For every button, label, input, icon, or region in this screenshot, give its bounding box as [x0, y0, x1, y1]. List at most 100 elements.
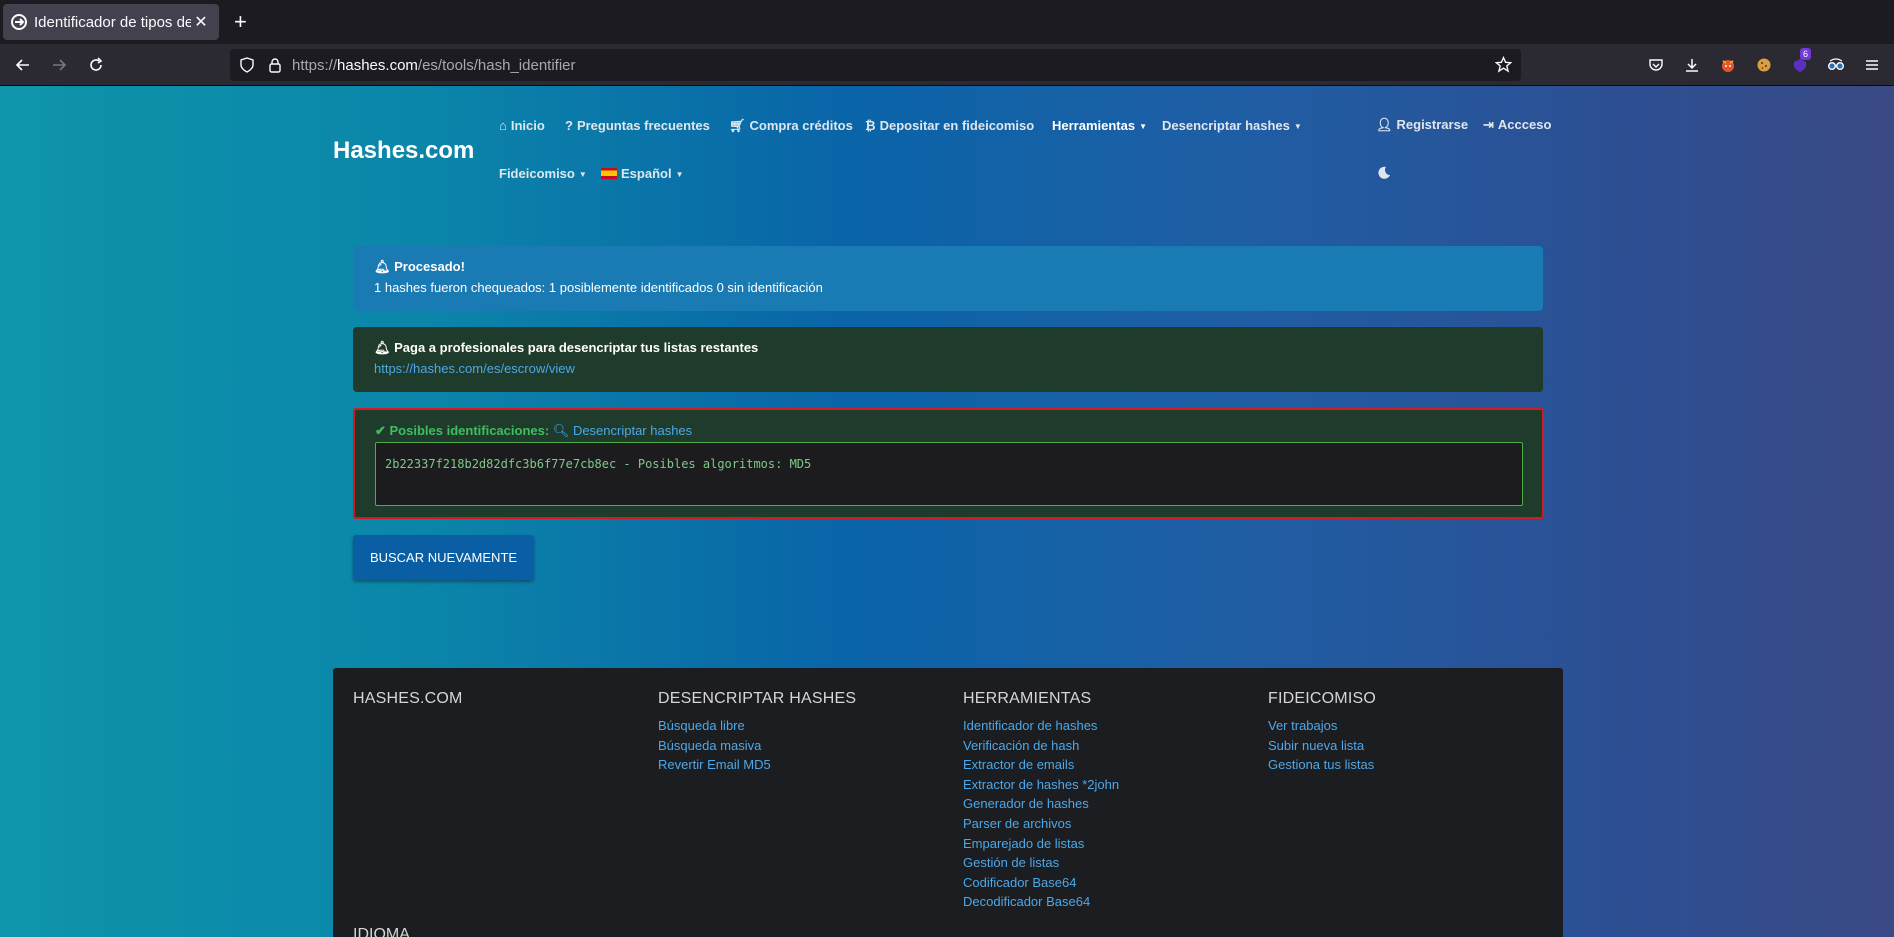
- caret-down-icon: ▼: [1293, 122, 1302, 132]
- extension-shield-icon[interactable]: 6: [1790, 48, 1812, 75]
- nav-acceso-label: Accceso: [1497, 117, 1552, 132]
- footer-col-hashes: HASHES.COM: [353, 690, 463, 716]
- url-text[interactable]: https://hashes.com/es/tools/hash_identif…: [292, 57, 576, 74]
- nav-desencriptar-label: Desencriptar hashes: [1162, 118, 1290, 133]
- site-brand[interactable]: Hashes.com: [333, 137, 474, 165]
- sign-in-icon: ⇥: [1483, 117, 1494, 132]
- browser-tab[interactable]: Identificador de tipos de ✕: [3, 4, 219, 40]
- footer-link[interactable]: Generador de hashes: [963, 794, 1119, 814]
- bitcoin-icon: ₿: [865, 118, 876, 133]
- footer-link[interactable]: Emparejado de listas: [963, 834, 1119, 854]
- pay-title: Paga a profesionales para desencriptar t…: [394, 340, 759, 355]
- result-heading-label: Posibles identificaciones:: [389, 423, 550, 438]
- star-icon[interactable]: [1495, 56, 1512, 73]
- footer-col-herramientas: HERRAMIENTAS Identificador de hashes Ver…: [963, 690, 1119, 912]
- nav-registrarse-label: Registrarse: [1396, 117, 1469, 132]
- footer-col-title: HERRAMIENTAS: [963, 690, 1092, 707]
- nav-desencriptar[interactable]: Desencriptar hashes ▼: [1162, 118, 1302, 133]
- footer-col-title: FIDEICOMISO: [1268, 690, 1376, 707]
- footer-link[interactable]: Revertir Email MD5: [658, 755, 856, 775]
- hamburger-icon[interactable]: [1862, 55, 1882, 75]
- url-path: /es/tools/hash_identifier: [417, 57, 576, 74]
- download-icon[interactable]: [1682, 55, 1702, 75]
- url-scheme: https://: [292, 57, 338, 74]
- nav-compra[interactable]: 🛒︎ Compra créditos: [729, 118, 853, 134]
- nav-compra-label: Compra créditos: [749, 118, 853, 133]
- result-heading: ✔ Posibles identificaciones: 🔍︎ Desencri…: [375, 423, 692, 439]
- spain-flag-icon: [601, 168, 617, 179]
- extension-badge: 6: [1800, 48, 1812, 60]
- search-icon: 🔍︎: [552, 423, 570, 438]
- footer-link[interactable]: Búsqueda masiva: [658, 736, 856, 756]
- footer-link[interactable]: Decodificador Base64: [963, 892, 1119, 912]
- question-icon: ?: [565, 118, 573, 133]
- result-panel: ✔ Posibles identificaciones: 🔍︎ Desencri…: [353, 408, 1544, 519]
- nav-registrarse[interactable]: 👤︎ Registrarse: [1376, 117, 1468, 133]
- pay-alert: 🔔︎ Paga a profesionales para desencripta…: [353, 327, 1543, 392]
- dark-mode-toggle[interactable]: [1377, 166, 1391, 185]
- back-button[interactable]: [12, 54, 34, 76]
- nav-faq-label: Preguntas frecuentes: [576, 118, 710, 133]
- nav-depositar[interactable]: ₿ Depositar en fideicomiso: [865, 118, 1034, 133]
- footer-link[interactable]: Gestión de listas: [963, 853, 1119, 873]
- reload-button[interactable]: [85, 54, 107, 76]
- check-icon: ✔: [375, 423, 390, 438]
- nav-idioma[interactable]: Español ▼: [601, 166, 684, 181]
- bell-icon: 🔔︎: [374, 259, 395, 274]
- nav-inicio-label: Inicio: [510, 118, 545, 133]
- processed-title: Procesado!: [394, 259, 465, 274]
- footer-link[interactable]: Extractor de emails: [963, 755, 1119, 775]
- new-tab-button[interactable]: +: [234, 10, 247, 34]
- nav-fideicomiso[interactable]: Fideicomiso ▼: [499, 166, 587, 181]
- shield-icon[interactable]: [239, 57, 255, 73]
- cookie-icon[interactable]: [1754, 55, 1774, 75]
- processed-alert: 🔔︎ Procesado! 1 hashes fueron chequeados…: [353, 246, 1543, 311]
- processed-text: 1 hashes fueron chequeados: 1 posiblemen…: [374, 280, 823, 295]
- nav-faq[interactable]: ? Preguntas frecuentes: [565, 118, 710, 133]
- caret-down-icon: ▼: [1139, 122, 1148, 132]
- nav-acceso[interactable]: ⇥ Accceso: [1483, 117, 1551, 133]
- user-plus-icon: 👤︎: [1376, 117, 1393, 132]
- nav-idioma-label: Español: [621, 166, 672, 181]
- search-again-button[interactable]: BUSCAR NUEVAMENTE: [353, 535, 534, 580]
- tab-title: Identificador de tipos de: [34, 13, 191, 31]
- extension-fox-icon[interactable]: [1718, 55, 1738, 75]
- nav-herramientas-label: Herramientas: [1052, 118, 1136, 133]
- footer-link[interactable]: Ver trabajos: [1268, 716, 1376, 736]
- arrow-left-icon: [15, 59, 29, 71]
- footer-link[interactable]: Gestiona tus listas: [1268, 755, 1376, 775]
- close-tab-icon[interactable]: ✕: [191, 12, 211, 32]
- footer-idioma-title: IDIOMA: [353, 926, 410, 937]
- footer-col-fideicomiso: FIDEICOMISO Ver trabajos Subir nueva lis…: [1268, 690, 1376, 775]
- decrypt-hashes-label: Desencriptar hashes: [572, 423, 693, 438]
- nav-depositar-label: Depositar en fideicomiso: [879, 118, 1035, 133]
- footer-link[interactable]: Parser de archivos: [963, 814, 1119, 834]
- decrypt-hashes-link[interactable]: 🔍︎ Desencriptar hashes: [553, 423, 692, 438]
- footer-link[interactable]: Identificador de hashes: [963, 716, 1119, 736]
- extension-glasses-icon[interactable]: [1826, 55, 1846, 75]
- nav-herramientas[interactable]: Herramientas ▼: [1052, 118, 1147, 133]
- reload-icon: [90, 57, 103, 71]
- result-output[interactable]: 2b22337f218b2d82dfc3b6f77e7cb8ec - Posib…: [375, 442, 1523, 506]
- browser-nav-bar: https://hashes.com/es/tools/hash_identif…: [0, 44, 1894, 86]
- lock-icon[interactable]: [268, 57, 282, 73]
- footer-link[interactable]: Codificador Base64: [963, 873, 1119, 893]
- nav-inicio[interactable]: ⌂ Inicio: [499, 118, 545, 133]
- forward-button[interactable]: [48, 54, 70, 76]
- footer-link[interactable]: Subir nueva lista: [1268, 736, 1376, 756]
- bell-icon: 🔔︎: [374, 340, 395, 355]
- escrow-link[interactable]: https://hashes.com/es/escrow/view: [374, 361, 575, 376]
- url-bar[interactable]: https://hashes.com/es/tools/hash_identif…: [230, 49, 1521, 81]
- caret-down-icon: ▼: [675, 170, 684, 180]
- footer-link[interactable]: Extractor de hashes *2john: [963, 775, 1119, 795]
- footer-col-desencriptar: DESENCRIPTAR HASHES Búsqueda libre Búsqu…: [658, 690, 856, 775]
- footer-col-title: HASHES.COM: [353, 690, 463, 707]
- home-icon: ⌂: [499, 118, 507, 133]
- pocket-icon[interactable]: [1646, 55, 1666, 75]
- footer-link[interactable]: Verificación de hash: [963, 736, 1119, 756]
- footer-link[interactable]: Búsqueda libre: [658, 716, 856, 736]
- arrow-right-icon: [53, 59, 67, 71]
- caret-down-icon: ▼: [578, 170, 587, 180]
- cart-icon: 🛒︎: [729, 118, 746, 133]
- url-host: hashes.com: [337, 57, 418, 74]
